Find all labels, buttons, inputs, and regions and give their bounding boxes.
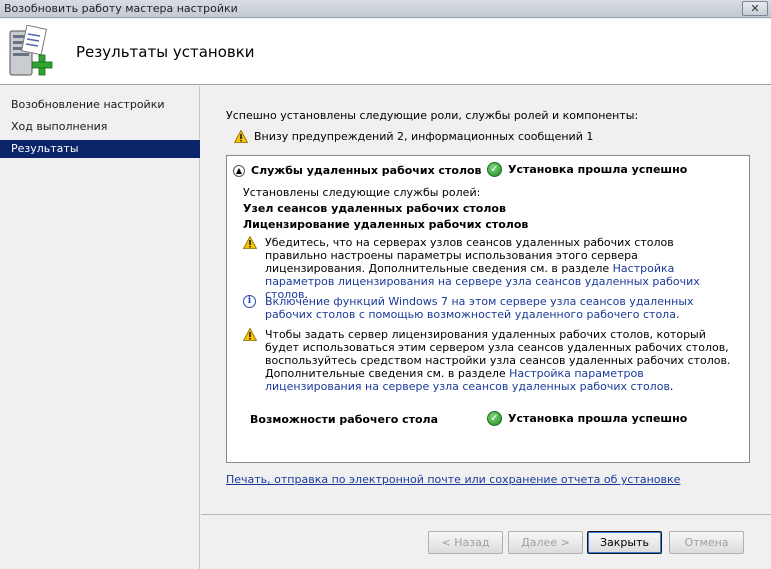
results-panel[interactable]: ▲ Службы удаленных рабочих столов ✓ Уста…	[226, 155, 750, 463]
role-name: Службы удаленных рабочих столов	[251, 164, 482, 177]
wizard-header: Результаты установки	[0, 19, 771, 85]
sidebar-item-results[interactable]: Результаты	[0, 140, 200, 158]
message-text: Чтобы задать сервер лицензирования удале…	[265, 328, 731, 380]
success-check-icon: ✓	[487, 411, 502, 426]
main-panel: Успешно установлены следующие роли, служ…	[201, 86, 771, 569]
service-item: Узел сеансов удаленных рабочих столов	[243, 202, 506, 215]
success-check-icon: ✓	[487, 162, 502, 177]
windows7-features-link[interactable]: Включение функций Windows 7 на этом серв…	[265, 295, 694, 321]
warning-icon	[243, 328, 257, 341]
feature-status-text: Установка прошла успешно	[508, 412, 688, 425]
role-status: ✓ Установка прошла успешно	[487, 162, 687, 177]
window-close-button[interactable]: ✕	[742, 1, 768, 16]
services-intro: Установлены следующие службы ролей:	[243, 186, 481, 199]
server-install-icon	[9, 25, 53, 76]
warning-summary: Внизу предупреждений 2, информационных с…	[234, 130, 593, 143]
role-status-text: Установка прошла успешно	[508, 163, 688, 176]
message-tail: .	[669, 380, 674, 393]
service-item: Лицензирование удаленных рабочих столов	[243, 218, 529, 231]
info-message: Включение функций Windows 7 на этом серв…	[265, 295, 735, 321]
next-button[interactable]: Далее >	[508, 531, 583, 554]
back-button[interactable]: < Назад	[428, 531, 503, 554]
page-title: Результаты установки	[76, 43, 255, 61]
feature-name: Возможности рабочего стола	[250, 413, 439, 426]
wizard-steps-sidebar: Возобновление настройки Ход выполнения Р…	[0, 86, 200, 569]
window-title: Возобновить работу мастера настройки	[4, 2, 238, 15]
warning-message: Чтобы задать сервер лицензирования удале…	[265, 328, 735, 393]
sidebar-item-progress[interactable]: Ход выполнения	[0, 118, 200, 136]
warning-summary-text: Внизу предупреждений 2, информационных с…	[254, 130, 594, 143]
warning-icon	[243, 236, 257, 249]
role-header: ▲ Службы удаленных рабочих столов	[233, 164, 482, 177]
sidebar-item-resume[interactable]: Возобновление настройки	[0, 96, 200, 114]
warning-message: Убедитесь, что на серверах узлов сеансов…	[265, 236, 735, 301]
cancel-button[interactable]: Отмена	[669, 531, 744, 554]
collapse-icon[interactable]: ▲	[233, 164, 245, 177]
close-button[interactable]: Закрыть	[587, 531, 662, 554]
report-link[interactable]: Печать, отправка по электронной почте ил…	[226, 473, 680, 486]
message-tail: .	[675, 308, 680, 321]
info-icon: i	[243, 295, 256, 308]
intro-text: Успешно установлены следующие роли, служ…	[226, 109, 639, 122]
feature-status: ✓ Установка прошла успешно	[487, 411, 687, 426]
title-bar: Возобновить работу мастера настройки ✕	[0, 0, 771, 18]
footer-divider	[201, 514, 771, 515]
warning-icon	[234, 130, 248, 143]
